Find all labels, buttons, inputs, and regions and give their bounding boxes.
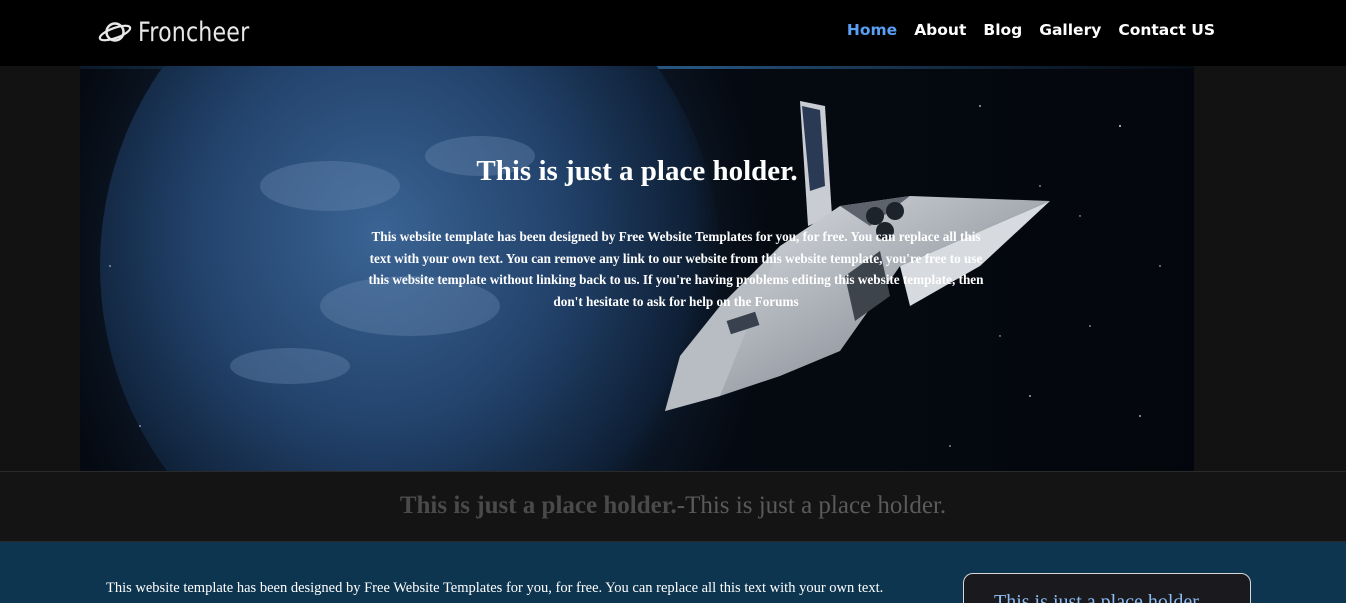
nav-about[interactable]: About [914,21,966,39]
site-header: Froncheer Home About Blog Gallery Contac… [0,0,1346,66]
brand-logo[interactable]: Froncheer [98,14,274,50]
main-nav: Home About Blog Gallery Contact US [847,21,1215,39]
nav-gallery[interactable]: Gallery [1039,21,1101,39]
brand-name: Froncheer [138,16,250,48]
sidebar-card-title: This is just a place holder. [994,591,1203,603]
strip-heading: This is just a place holder.-This is jus… [0,492,1346,520]
planet-icon [98,22,132,42]
hero-title: This is just a place holder. [476,155,798,187]
nav-blog[interactable]: Blog [983,21,1022,39]
strip-separator: - [676,492,686,519]
nav-contact[interactable]: Contact US [1118,21,1215,39]
placeholder-strip: This is just a place holder.-This is jus… [0,471,1346,542]
strip-normal-text: This is just a place holder. [685,492,947,519]
content-section: This website template has been designed … [0,542,1346,603]
content-intro: This website template has been designed … [106,580,884,596]
hero-description: This website template has been designed … [368,229,984,309]
nav-home[interactable]: Home [847,21,897,39]
strip-bold-text: This is just a place holder. [399,492,677,519]
hero-banner: This is just a place holder. This websit… [80,66,1194,471]
sidebar-card[interactable]: This is just a place holder. [963,573,1251,603]
